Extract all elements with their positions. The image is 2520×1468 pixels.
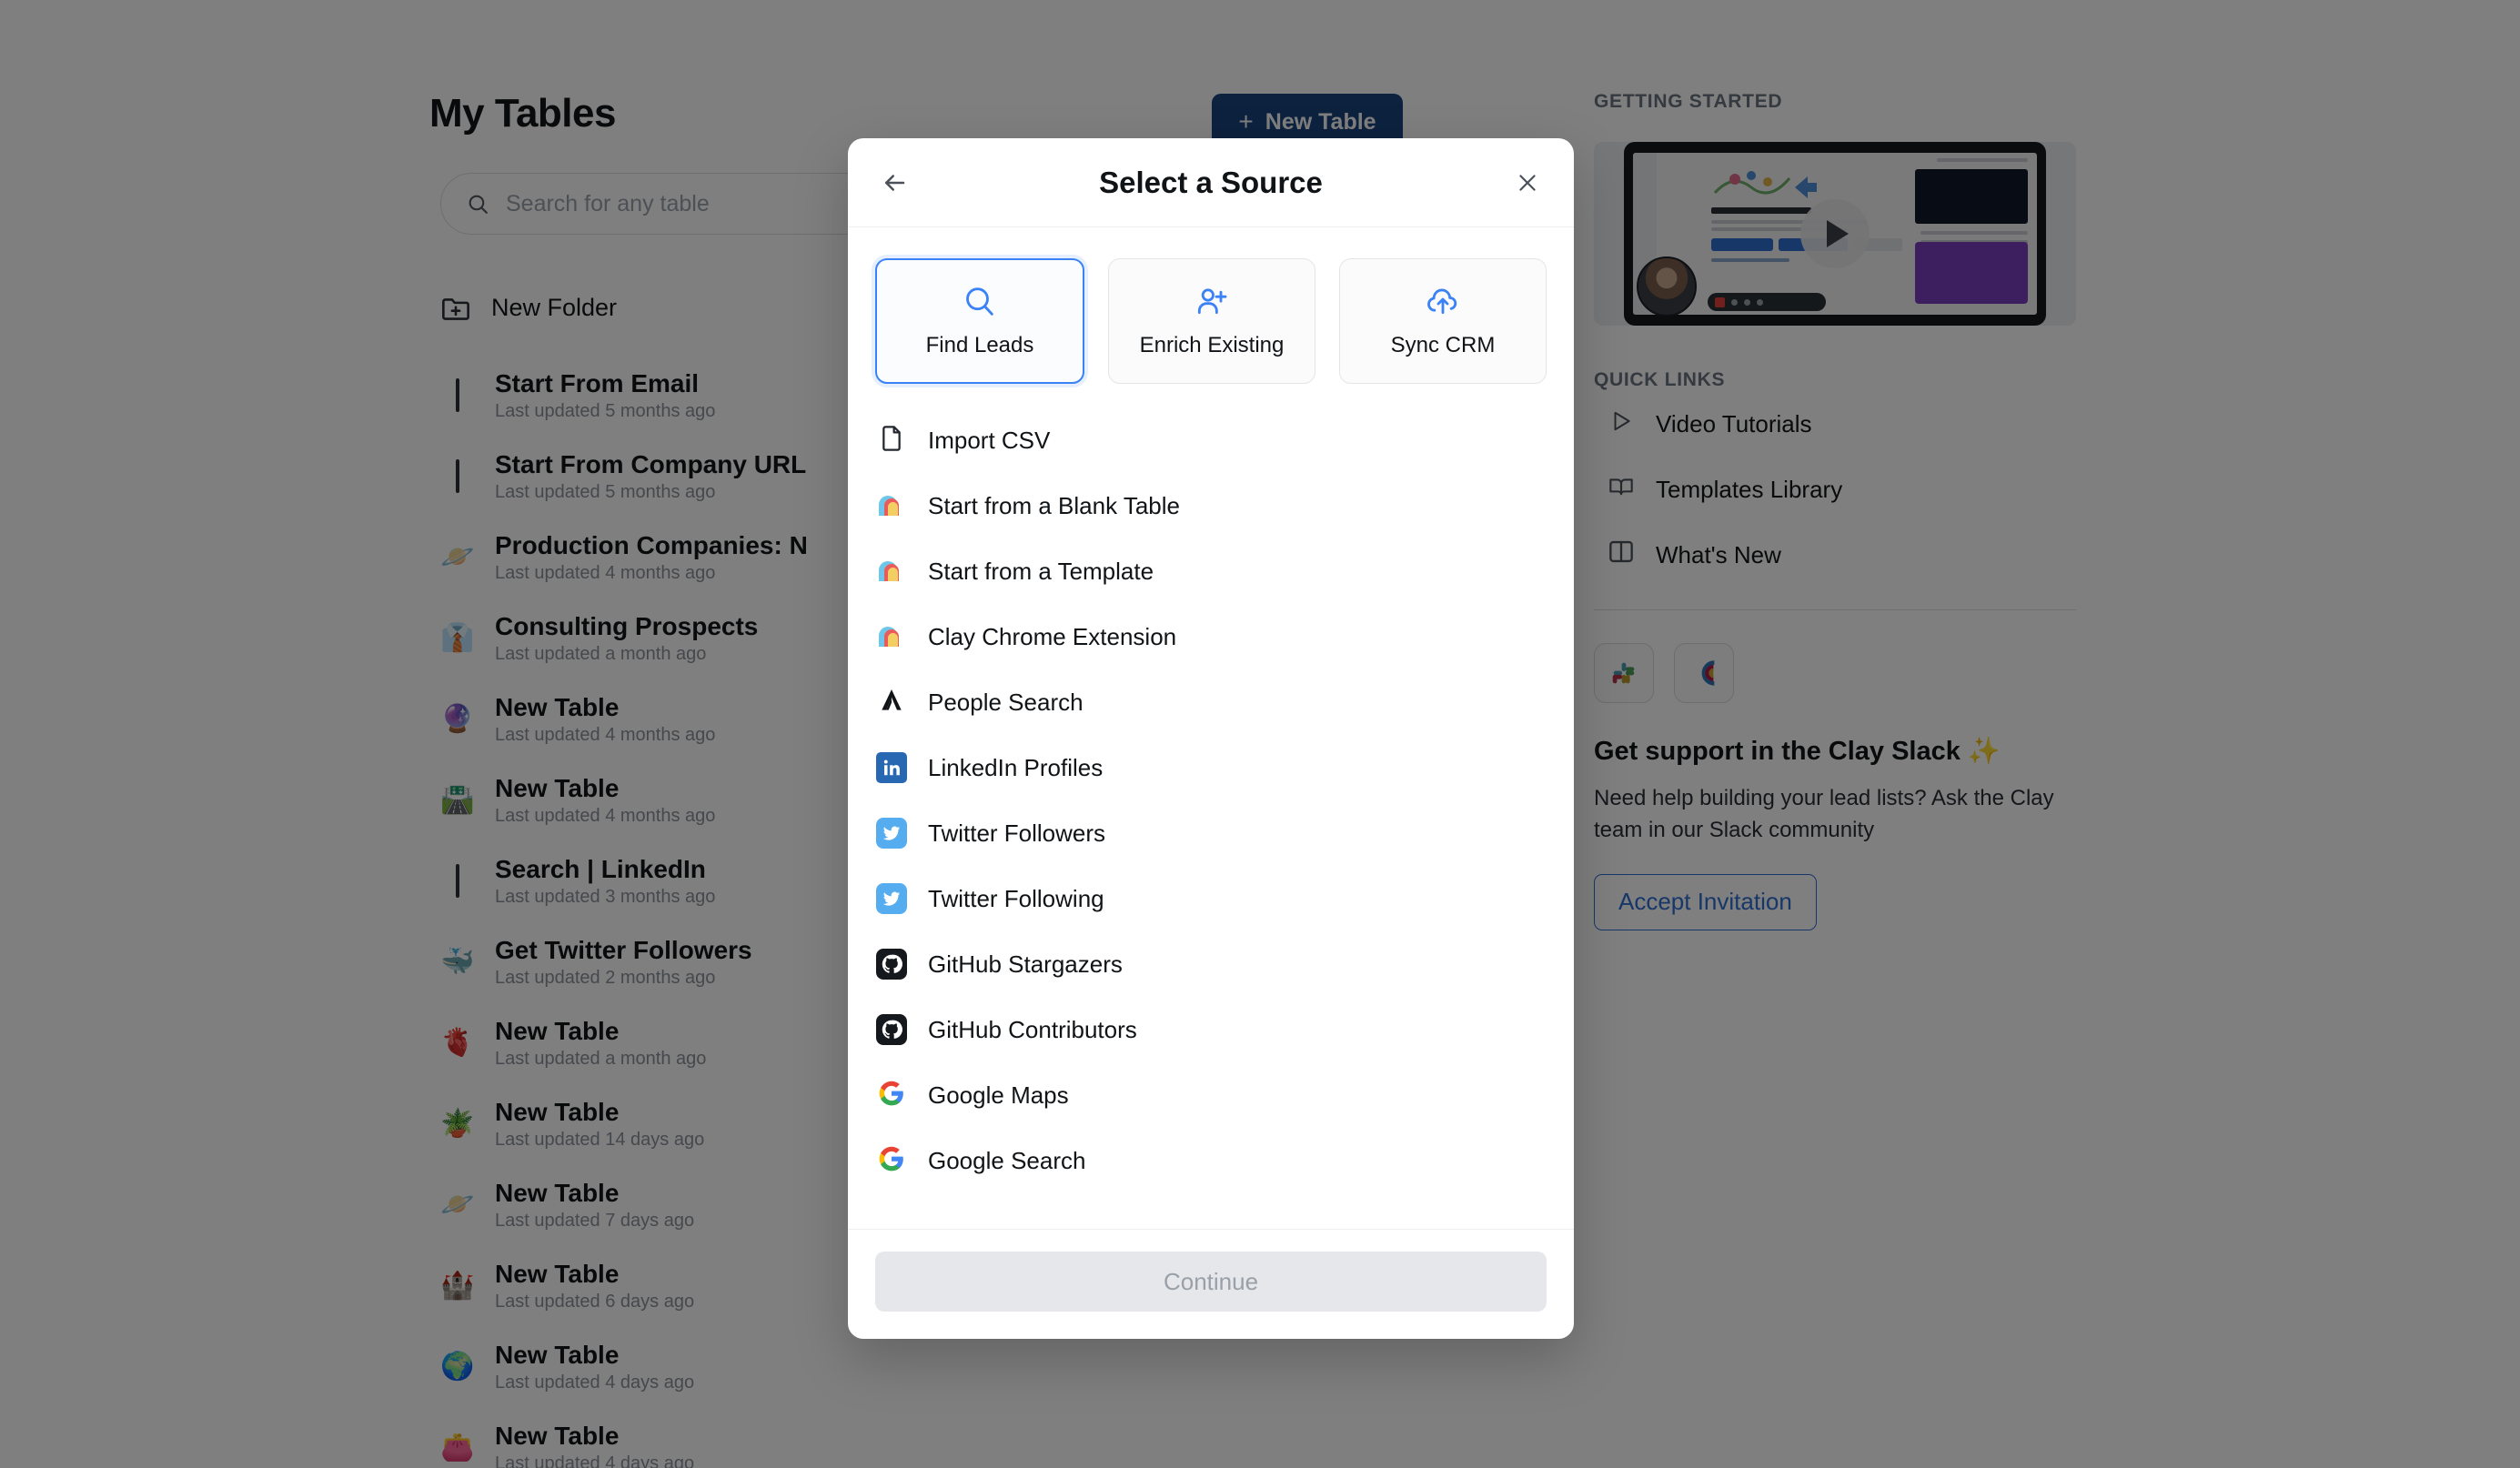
source-item[interactable]: Import CSV [875, 407, 1547, 473]
apollo-icon [877, 686, 906, 719]
clay-icon [875, 555, 908, 588]
file-icon [877, 424, 906, 457]
tab-label: Find Leads [925, 333, 1034, 357]
twitter-icon [876, 818, 907, 849]
source-item[interactable]: Google Maps [875, 1062, 1547, 1128]
cloud-upload-icon [1427, 288, 1457, 315]
apollo-icon [875, 686, 908, 719]
modal-header: Select a Source [848, 138, 1574, 227]
github-icon [875, 1013, 908, 1046]
select-source-modal: Select a Source Find Leads Enrich Existi [848, 138, 1574, 1339]
tab-label: Enrich Existing [1139, 333, 1285, 357]
github-badge [876, 949, 907, 980]
source-item-label: Start from a Blank Table [928, 491, 1180, 519]
source-item[interactable]: GitHub Stargazers [875, 931, 1547, 997]
linkedin-badge [876, 752, 907, 783]
clay-icon [875, 620, 908, 653]
source-item-label: GitHub Contributors [928, 1015, 1137, 1043]
google-icon [877, 1079, 906, 1112]
twitter-icon [875, 817, 908, 850]
file-icon [875, 424, 908, 457]
modal-title: Select a Source [1099, 165, 1323, 199]
source-item-label: Start from a Template [928, 557, 1154, 585]
source-item[interactable]: Google Search [875, 1128, 1547, 1193]
source-item[interactable]: LinkedIn Profiles [875, 735, 1547, 800]
source-item[interactable]: Twitter Following [875, 866, 1547, 931]
github-icon [876, 949, 907, 980]
close-button[interactable] [1508, 164, 1547, 202]
github-badge [876, 1014, 907, 1045]
clay-icon [876, 490, 907, 522]
source-item-label: Twitter Following [928, 884, 1104, 912]
github-icon [875, 948, 908, 980]
tab-enrich-existing[interactable]: Enrich Existing [1108, 258, 1315, 384]
source-item[interactable]: Clay Chrome Extension [875, 604, 1547, 669]
twitter-icon [875, 882, 908, 915]
twitter-badge [876, 818, 907, 849]
google-icon [875, 1144, 908, 1177]
source-item[interactable]: Twitter Followers [875, 800, 1547, 866]
back-arrow-icon [885, 174, 905, 191]
linkedin-icon [875, 751, 908, 784]
back-button[interactable] [875, 164, 913, 202]
tab-sync-crm[interactable]: Sync CRM [1339, 258, 1547, 384]
source-item-label: Twitter Followers [928, 819, 1106, 847]
source-item-label: Clay Chrome Extension [928, 622, 1177, 650]
source-item[interactable]: Start from a Blank Table [875, 473, 1547, 538]
google-icon [875, 1079, 908, 1111]
twitter-icon [876, 883, 907, 914]
clay-icon [875, 489, 908, 522]
linkedin-icon [876, 752, 907, 783]
source-item-label: GitHub Stargazers [928, 950, 1123, 978]
source-item[interactable]: People Search [875, 669, 1547, 735]
google-icon [877, 1144, 906, 1178]
magnifier-icon [966, 287, 993, 316]
github-icon [876, 1014, 907, 1045]
tab-find-leads[interactable]: Find Leads [875, 258, 1084, 384]
source-item-label: Google Maps [928, 1081, 1069, 1109]
source-type-tabs: Find Leads Enrich Existing Sync CRM [848, 227, 1574, 398]
source-item[interactable]: Start from a Template [875, 538, 1547, 604]
continue-button[interactable]: Continue [875, 1252, 1547, 1312]
source-item-label: People Search [928, 688, 1084, 716]
source-item[interactable]: GitHub Contributors [875, 997, 1547, 1062]
source-list: Import CSV Start from a Blank Table Start … [848, 398, 1574, 1229]
modal-footer: Continue [848, 1229, 1574, 1339]
person-plus-icon [1197, 288, 1227, 315]
source-item-label: Google Search [928, 1146, 1086, 1174]
clay-icon [876, 621, 907, 653]
twitter-badge [876, 883, 907, 914]
close-icon [1519, 174, 1536, 191]
source-item-label: Import CSV [928, 426, 1051, 454]
tab-label: Sync CRM [1390, 333, 1496, 357]
clay-icon [876, 556, 907, 588]
source-item-label: LinkedIn Profiles [928, 753, 1104, 781]
